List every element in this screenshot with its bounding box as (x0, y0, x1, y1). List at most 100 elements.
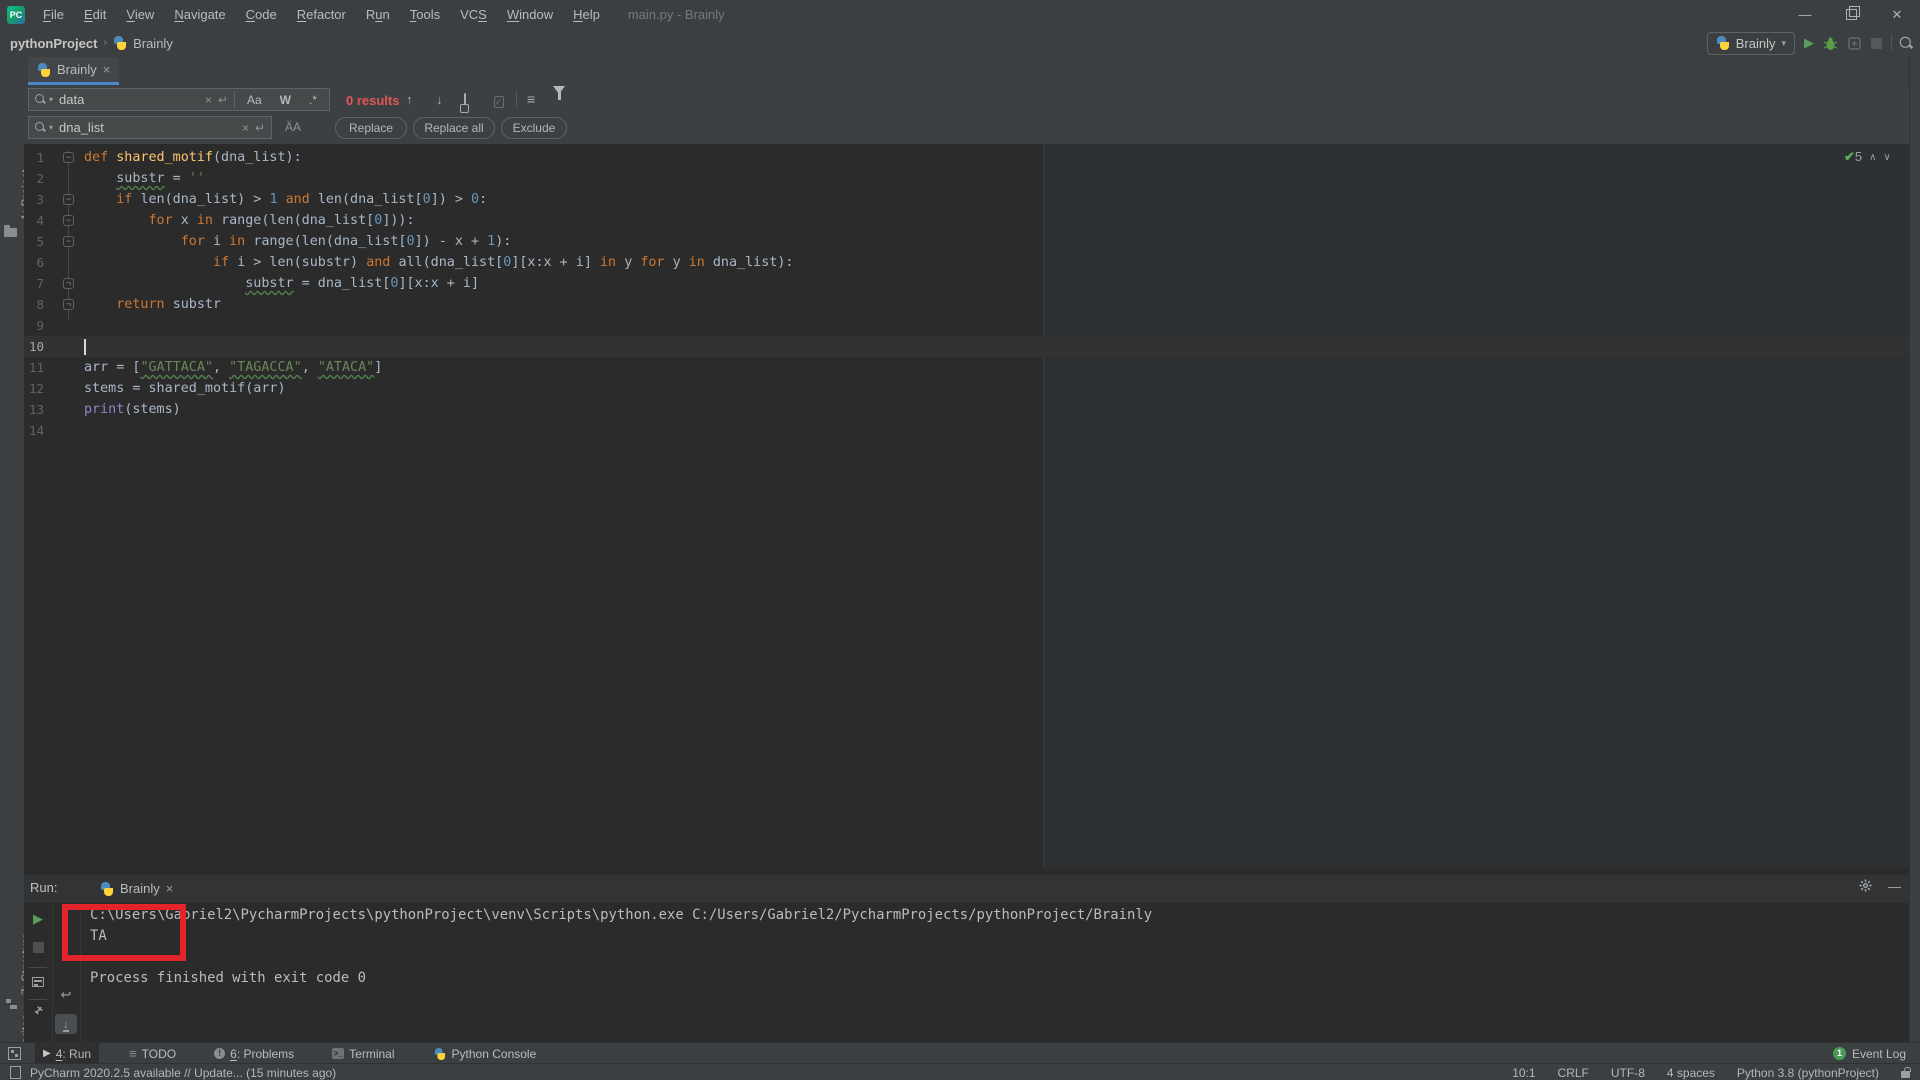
project-folder-icon[interactable] (4, 225, 19, 238)
match-case-toggle[interactable]: Aa (241, 93, 268, 107)
menu-item-help[interactable]: Help (563, 7, 610, 22)
newline-icon[interactable]: ↵ (218, 93, 228, 107)
menu-item-file[interactable]: File (33, 7, 74, 22)
words-toggle[interactable]: W (274, 93, 297, 107)
replace-history-chevron-icon[interactable]: ▾ (49, 123, 53, 132)
fold-marker[interactable]: − (63, 215, 74, 226)
breadcrumb-file[interactable]: Brainly (133, 36, 173, 51)
menu-item-navigate[interactable]: Navigate (164, 7, 235, 22)
code-line-1[interactable]: def shared_motif(dna_list): (84, 147, 302, 168)
tool-window-switcher-icon[interactable] (8, 1047, 21, 1060)
exclude-button[interactable]: Exclude (501, 117, 567, 139)
fold-marker[interactable]: − (63, 194, 74, 205)
pin-tab-icon[interactable] (24, 1005, 52, 1020)
code-line-12[interactable]: stems = shared_motif(arr) (84, 378, 286, 399)
code-editor[interactable]: 1−23−4−5−67¬8¬91011121314 def shared_mot… (24, 144, 1909, 868)
lock-icon[interactable] (1901, 1071, 1910, 1078)
update-message[interactable]: PyCharm 2020.2.5 available // Update... … (30, 1066, 336, 1080)
restore-layout-icon[interactable] (24, 975, 52, 990)
code-line-13[interactable]: print(stems) (84, 399, 181, 420)
minimize-button[interactable]: — (1782, 0, 1828, 29)
replace-field[interactable]: ▾ dna_list × ↵ (28, 116, 272, 139)
debug-bug-icon[interactable] (1823, 36, 1838, 51)
newline-icon[interactable]: ↵ (255, 121, 265, 135)
tab-close-icon[interactable]: × (103, 62, 111, 77)
filter-funnel-icon[interactable] (553, 94, 565, 109)
find-input[interactable]: data (59, 92, 199, 107)
line-number: 12 (26, 378, 44, 399)
run-configuration-select[interactable]: Brainly ▾ (1707, 32, 1795, 55)
interpreter[interactable]: Python 3.8 (pythonProject) (1737, 1066, 1879, 1080)
menu-item-vcs[interactable]: VCS (450, 7, 497, 22)
previous-occurrence-icon[interactable]: ↑ (406, 92, 413, 107)
clear-search-icon[interactable]: × (205, 93, 212, 107)
console-line: Process finished with exit code 0 (90, 968, 366, 989)
hide-panel-icon[interactable]: — (1888, 879, 1901, 894)
code-line-11[interactable]: arr = ["GATTACA", "TAGACCA", "ATACA"] (84, 357, 382, 378)
menu-item-view[interactable]: View (116, 7, 164, 22)
inspections-widget[interactable]: ✔5 ∧ ∨ (1844, 149, 1891, 165)
tool-button-run[interactable]: ▶ 4: Run (35, 1043, 99, 1064)
editor-tab-brainly[interactable]: Brainly × (28, 57, 119, 85)
code-line-6[interactable]: if i > len(substr) and all(dna_list[0][x… (84, 252, 794, 273)
code-line-4[interactable]: for x in range(len(dna_list[0])): (84, 210, 415, 231)
search-options-icon[interactable]: ≡ (527, 91, 535, 107)
find-field[interactable]: ▾ data × ↵ Aa W .* (28, 88, 330, 111)
structure-icon[interactable] (6, 999, 21, 1012)
tool-button-terminal[interactable]: >_ Terminal (324, 1043, 402, 1064)
tool-button-python-console[interactable]: Python Console (425, 1043, 545, 1064)
next-occurrence-icon[interactable]: ↓ (436, 92, 443, 107)
code-line-5[interactable]: for i in range(len(dna_list[0]) - x + 1)… (84, 231, 511, 252)
tool-button-problems[interactable]: ! 6: Problems (206, 1043, 302, 1064)
replace-all-button[interactable]: Replace all (413, 117, 495, 139)
coverage-icon[interactable] (1847, 36, 1862, 51)
preserve-case-toggle[interactable]: ÄA (279, 120, 307, 134)
caret-position[interactable]: 10:1 (1512, 1066, 1535, 1080)
prev-problem-icon[interactable]: ∧ (1869, 152, 1876, 163)
tool-button-python-console-label: Python Console (452, 1047, 537, 1061)
tool-button-todo[interactable]: ≡ TODO (121, 1043, 184, 1064)
code-line-7[interactable]: substr = dna_list[0][x:x + i] (84, 273, 479, 294)
menu-item-run[interactable]: Run (356, 7, 400, 22)
divider (29, 967, 47, 968)
rerun-button[interactable]: ▶ (24, 911, 52, 927)
code-line-8[interactable]: return substr (84, 294, 221, 315)
fold-marker[interactable]: ¬ (63, 299, 74, 310)
search-everywhere-icon[interactable] (1900, 36, 1914, 50)
run-tab-brainly[interactable]: Brainly × (92, 877, 181, 900)
replace-button[interactable]: Replace (335, 117, 407, 139)
next-problem-icon[interactable]: ∨ (1883, 152, 1890, 163)
tool-button-problems-label: 6: Problems (230, 1047, 294, 1061)
tool-button-run-label: 4: Run (56, 1047, 91, 1061)
fold-marker[interactable]: ¬ (63, 278, 74, 289)
breadcrumb-project[interactable]: pythonProject (10, 36, 97, 51)
restore-button[interactable] (1828, 0, 1874, 29)
line-ending[interactable]: CRLF (1558, 1066, 1589, 1080)
file-encoding[interactable]: UTF-8 (1611, 1066, 1645, 1080)
menu-item-window[interactable]: Window (497, 7, 563, 22)
replace-input[interactable]: dna_list (59, 120, 236, 135)
soft-wrap-icon[interactable]: ↩ (52, 987, 80, 1003)
scroll-to-end-icon[interactable]: ↓ (52, 1016, 80, 1032)
menu-item-tools[interactable]: Tools (400, 7, 450, 22)
inspections-count: 5 (1855, 149, 1862, 164)
tool-button-terminal-label: Terminal (349, 1047, 394, 1061)
clear-replace-icon[interactable]: × (242, 121, 249, 135)
fold-marker[interactable]: − (63, 152, 74, 163)
search-history-chevron-icon[interactable]: ▾ (49, 95, 53, 104)
code-line-2[interactable]: substr = '' (84, 168, 205, 189)
code-line-3[interactable]: if len(dna_list) > 1 and len(dna_list[0]… (84, 189, 487, 210)
gear-icon[interactable] (1859, 879, 1872, 892)
event-log-button[interactable]: 1 Event Log (1833, 1047, 1906, 1061)
run-tab-close-icon[interactable]: × (166, 881, 174, 896)
menu-item-refactor[interactable]: Refactor (287, 7, 356, 22)
select-all-occurrences-icon[interactable] (464, 94, 466, 109)
menu-item-code[interactable]: Code (236, 7, 287, 22)
regex-toggle[interactable]: .* (303, 93, 323, 107)
line-number: 5 (26, 231, 44, 252)
fold-marker[interactable]: − (63, 236, 74, 247)
close-button[interactable]: ✕ (1874, 0, 1920, 29)
menu-item-edit[interactable]: Edit (74, 7, 116, 22)
indent-setting[interactable]: 4 spaces (1667, 1066, 1715, 1080)
run-button[interactable]: ▶ (1804, 35, 1814, 51)
